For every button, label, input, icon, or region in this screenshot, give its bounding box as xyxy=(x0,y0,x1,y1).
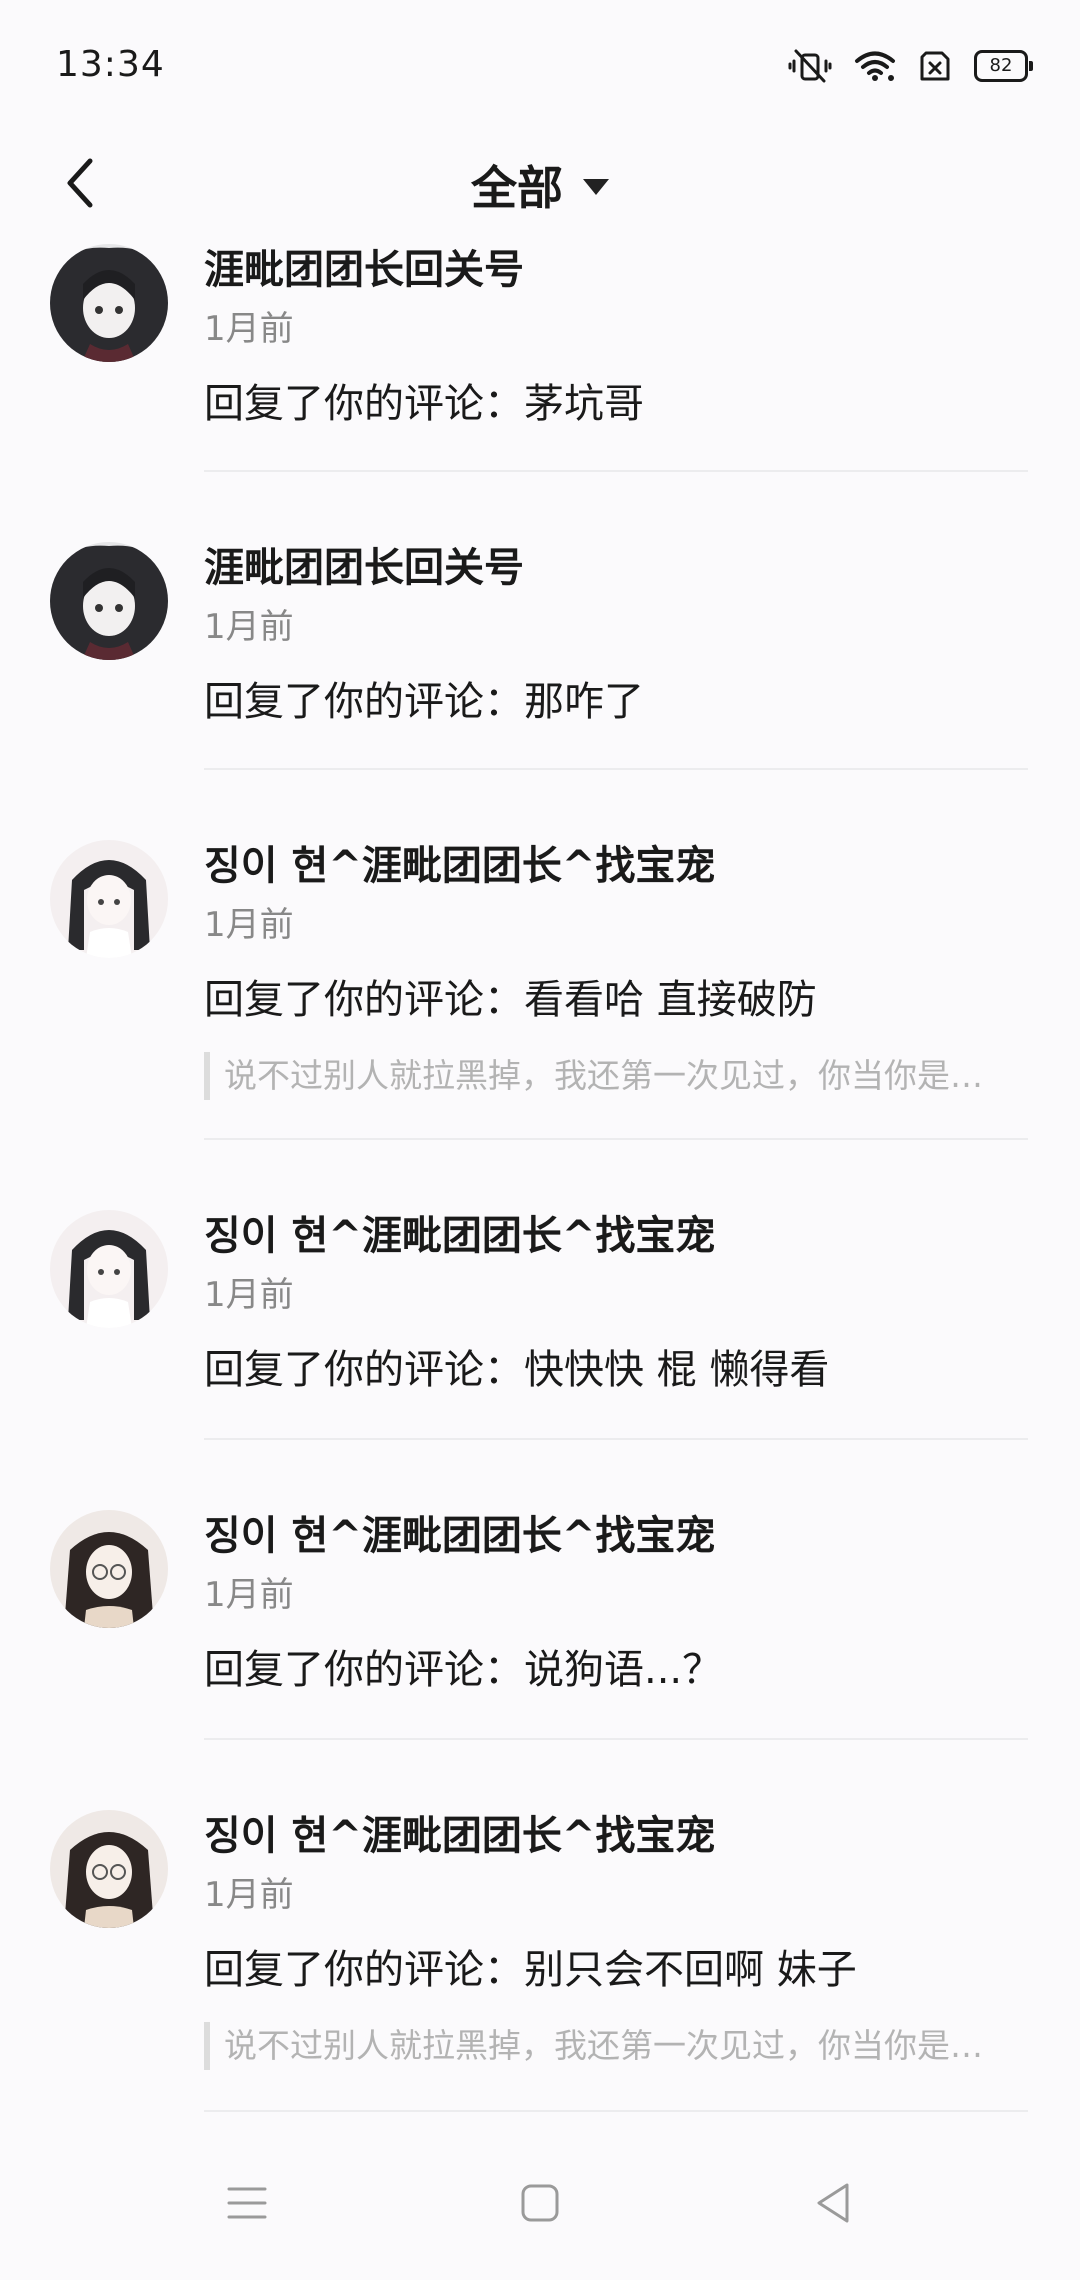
status-time: 13:34 xyxy=(56,44,165,85)
vibrate-mute-icon xyxy=(788,49,832,83)
reply-text: 回复了你的评论：快快快 棍 懒得看 xyxy=(204,1347,830,1393)
notification-list: 涯毗团团长回关号 1月前 回复了你的评论：茅坑哥 涯毗团团长回关号 1月前 回复… xyxy=(0,240,1080,2112)
user-name[interactable]: 징이 현^涯毗团团长^找宝宠 xyxy=(204,1206,1028,1266)
list-item[interactable]: 징이 현^涯毗团团长^找宝宠 1月前 回复了你的评论：说狗语...？ xyxy=(0,1440,1080,1740)
timestamp: 1月前 xyxy=(204,309,294,349)
user-name[interactable]: 涯毗团团长回关号 xyxy=(204,538,1028,598)
list-item[interactable]: 징이 현^涯毗团团长^找宝宠 1月前 回复了你的评论：快快快 棍 懒得看 xyxy=(0,1140,1080,1440)
reply-text: 回复了你的评论：那咋了 xyxy=(204,679,644,725)
item-content: 징이 현^涯毗团团长^找宝宠 1月前 回复了你的评论：快快快 棍 懒得看 xyxy=(204,1206,1028,1400)
reply-text: 回复了你的评论：说狗语...？ xyxy=(204,1647,723,1693)
list-item[interactable]: 涯毗团团长回关号 1月前 回复了你的评论：茅坑哥 xyxy=(0,240,1080,472)
quoted-comment: 说不过别人就拉黑掉，我还第一次见过，你当你是… xyxy=(204,2022,1028,2070)
avatar[interactable] xyxy=(50,1210,168,1328)
header: 全部 xyxy=(0,130,1080,240)
avatar[interactable] xyxy=(50,1510,168,1628)
page-title: 全部 xyxy=(471,161,563,215)
menu-icon xyxy=(227,2185,267,2225)
timestamp: 1月前 xyxy=(204,1275,294,1315)
reply-text: 回复了你的评论：看看哈 直接破防 xyxy=(204,977,817,1023)
avatar[interactable] xyxy=(50,1810,168,1928)
user-name[interactable]: 涯毗团团长回关号 xyxy=(204,240,1028,300)
timestamp: 1月前 xyxy=(204,1575,294,1615)
back-triangle-icon xyxy=(813,2181,853,2229)
menu-button[interactable] xyxy=(197,2155,297,2255)
list-item[interactable]: 징이 현^涯毗团团长^找宝宠 1月前 回复了你的评论：别只会不回啊 妹子 说不过… xyxy=(0,1740,1080,2112)
filter-dropdown[interactable]: 全部 xyxy=(0,140,1080,230)
user-name[interactable]: 징이 현^涯毗团团长^找宝宠 xyxy=(204,836,1028,896)
reply-text: 回复了你的评论：别只会不回啊 妹子 xyxy=(204,1947,857,1993)
quoted-comment: 说不过别人就拉黑掉，我还第一次见过，你当你是… xyxy=(204,1052,1028,1100)
wifi-icon xyxy=(854,49,896,83)
timestamp: 1月前 xyxy=(204,905,294,945)
timestamp: 1月前 xyxy=(204,1875,294,1915)
system-back-button[interactable] xyxy=(783,2155,883,2255)
list-item[interactable]: 징이 현^涯毗团团长^找宝宠 1月前 回复了你的评论：看看哈 直接破防 说不过别… xyxy=(0,770,1080,1140)
reply-text: 回复了你的评论：茅坑哥 xyxy=(204,381,644,427)
sim-icon xyxy=(918,49,952,83)
timestamp: 1月前 xyxy=(204,607,294,647)
item-content: 涯毗团团长回关号 1月前 回复了你的评论：那咋了 xyxy=(204,538,1028,732)
divider xyxy=(204,2110,1028,2112)
list-item[interactable]: 涯毗团团长回关号 1月前 回复了你的评论：那咋了 xyxy=(0,472,1080,770)
user-name[interactable]: 징이 현^涯毗团团长^找宝宠 xyxy=(204,1806,1028,1866)
item-content: 涯毗团团长回关号 1月前 回复了你的评论：茅坑哥 xyxy=(204,240,1028,434)
status-bar: 13:34 82 xyxy=(0,0,1080,130)
system-nav-bar xyxy=(0,2130,1080,2280)
home-square-icon xyxy=(520,2183,560,2227)
item-content: 징이 현^涯毗团团长^找宝宠 1月前 回复了你的评论：说狗语...？ xyxy=(204,1506,1028,1700)
user-name[interactable]: 징이 현^涯毗团团长^找宝宠 xyxy=(204,1506,1028,1566)
battery-icon: 82 xyxy=(974,50,1033,82)
avatar[interactable] xyxy=(50,840,168,958)
caret-down-icon xyxy=(583,179,609,195)
avatar[interactable] xyxy=(50,244,168,362)
item-content: 징이 현^涯毗团团长^找宝宠 1月前 回复了你的评论：看看哈 直接破防 说不过别… xyxy=(204,836,1028,1100)
status-icons: 82 xyxy=(788,46,1033,86)
item-content: 징이 현^涯毗团团长^找宝宠 1月前 回复了你的评论：别只会不回啊 妹子 说不过… xyxy=(204,1806,1028,2070)
avatar[interactable] xyxy=(50,542,168,660)
home-button[interactable] xyxy=(490,2155,590,2255)
